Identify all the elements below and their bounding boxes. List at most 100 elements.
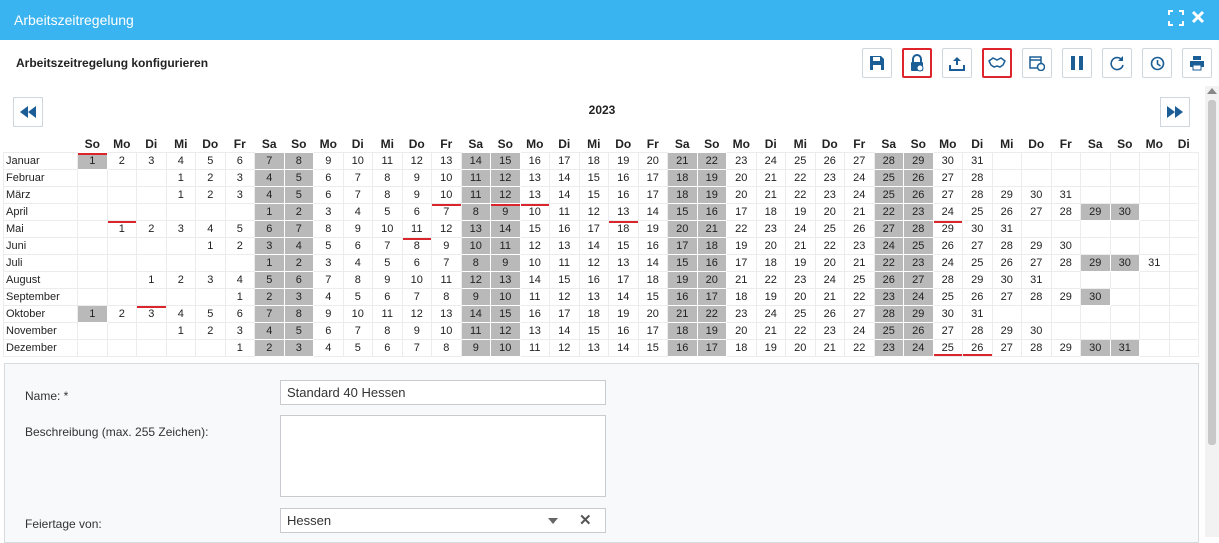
calendar-day[interactable]: 8 (313, 220, 344, 238)
calendar-day[interactable]: 19 (696, 322, 727, 340)
calendar-day[interactable]: 3 (195, 271, 226, 289)
calendar-day[interactable]: 5 (195, 305, 226, 323)
calendar-day[interactable]: 27 (873, 220, 904, 238)
calendar-day[interactable]: 16 (608, 169, 639, 187)
calendar-day[interactable]: 8 (283, 152, 314, 170)
calendar-day[interactable]: 10 (519, 203, 550, 221)
calendar-day[interactable]: 6 (224, 152, 255, 170)
calendar-day[interactable]: 27 (962, 237, 993, 255)
calendar-day[interactable]: 22 (873, 254, 904, 272)
calendar-day[interactable]: 26 (962, 288, 993, 306)
calendar-day[interactable]: 16 (696, 254, 727, 272)
calendar-day[interactable]: 7 (431, 254, 462, 272)
calendar-day[interactable]: 8 (401, 237, 432, 255)
calendar-day[interactable]: 31 (962, 152, 993, 170)
calendar-day[interactable]: 4 (224, 271, 255, 289)
calendar-day[interactable]: 9 (490, 203, 521, 221)
redo-button[interactable] (1102, 48, 1132, 78)
calendar-day[interactable]: 25 (962, 254, 993, 272)
calendar-day[interactable]: 26 (903, 169, 934, 187)
calendar-day[interactable]: 15 (667, 203, 698, 221)
calendar-day[interactable]: 19 (696, 186, 727, 204)
calendar-day[interactable]: 14 (460, 305, 491, 323)
calendar-day[interactable]: 22 (814, 237, 845, 255)
calendar-day[interactable]: 18 (696, 237, 727, 255)
calendar-day[interactable]: 28 (903, 220, 934, 238)
calendar-day[interactable]: 26 (814, 152, 845, 170)
calendar-day[interactable]: 26 (903, 322, 934, 340)
calendar-day[interactable]: 14 (578, 237, 609, 255)
calendar-day[interactable]: 28 (873, 305, 904, 323)
calendar-day[interactable]: 20 (637, 152, 668, 170)
calendar-day[interactable]: 2 (165, 271, 196, 289)
calendar-day[interactable]: 12 (401, 305, 432, 323)
calendar-day[interactable]: 1 (224, 339, 255, 357)
calendar-day[interactable]: 5 (342, 288, 373, 306)
calendar-day[interactable]: 11 (372, 152, 403, 170)
calendar-day[interactable]: 21 (755, 186, 786, 204)
calendar-day[interactable]: 27 (1021, 254, 1052, 272)
calendar-day[interactable]: 3 (283, 288, 314, 306)
calendar-day[interactable]: 12 (431, 220, 462, 238)
calendar-day[interactable]: 2 (283, 254, 314, 272)
calendar-day[interactable]: 22 (755, 271, 786, 289)
calendar-day[interactable]: 1 (165, 322, 196, 340)
calendar-day[interactable]: 13 (608, 254, 639, 272)
calendar-day[interactable]: 2 (224, 237, 255, 255)
calendar-day[interactable]: 14 (460, 152, 491, 170)
calendar-day[interactable]: 25 (785, 305, 816, 323)
print-button[interactable] (1182, 48, 1212, 78)
calendar-day[interactable]: 28 (1021, 288, 1052, 306)
calendar-day[interactable]: 13 (519, 169, 550, 187)
calendar-day[interactable]: 8 (372, 322, 403, 340)
calendar-day[interactable]: 12 (519, 237, 550, 255)
calendar-day[interactable]: 10 (431, 322, 462, 340)
calendar-day[interactable]: 3 (254, 237, 285, 255)
calendar-day[interactable]: 7 (431, 203, 462, 221)
calendar-day[interactable]: 13 (578, 288, 609, 306)
calendar-day[interactable]: 26 (991, 254, 1022, 272)
calendar-day[interactable]: 2 (106, 305, 137, 323)
calendar-day[interactable]: 7 (372, 237, 403, 255)
calendar-day[interactable]: 30 (1080, 288, 1111, 306)
calendar-day[interactable]: 5 (372, 254, 403, 272)
calendar-day[interactable]: 1 (195, 237, 226, 255)
calendar-day[interactable]: 20 (726, 169, 757, 187)
calendar-day[interactable]: 2 (283, 203, 314, 221)
calendar-day[interactable]: 28 (1050, 254, 1081, 272)
calendar-day[interactable]: 11 (549, 254, 580, 272)
calendar-day[interactable]: 26 (844, 220, 875, 238)
calendar-day[interactable]: 18 (667, 322, 698, 340)
calendar-day[interactable]: 24 (785, 220, 816, 238)
calendar-day[interactable]: 10 (490, 288, 521, 306)
calendar-day[interactable]: 31 (991, 220, 1022, 238)
calendar-day[interactable]: 2 (195, 322, 226, 340)
calendar-day[interactable]: 22 (785, 169, 816, 187)
calendar-day[interactable]: 7 (313, 271, 344, 289)
calendar-day[interactable]: 5 (283, 169, 314, 187)
calendar-day[interactable]: 8 (283, 305, 314, 323)
calendar-day[interactable]: 15 (578, 169, 609, 187)
calendar-day[interactable]: 20 (726, 322, 757, 340)
calendar-day[interactable]: 25 (844, 271, 875, 289)
calendar-day[interactable]: 11 (460, 169, 491, 187)
calendar-day[interactable]: 14 (637, 254, 668, 272)
calendar-day[interactable]: 20 (785, 288, 816, 306)
calendar-day[interactable]: 8 (460, 203, 491, 221)
calendar-day[interactable]: 22 (844, 288, 875, 306)
calendar-day[interactable]: 31 (962, 305, 993, 323)
calendar-day[interactable]: 27 (932, 186, 963, 204)
calendar-day[interactable]: 1 (254, 254, 285, 272)
calendar-day[interactable]: 9 (490, 254, 521, 272)
calendar-day[interactable]: 24 (844, 186, 875, 204)
calendar-day[interactable]: 17 (726, 203, 757, 221)
calendar-day[interactable]: 14 (549, 169, 580, 187)
calendar-day[interactable]: 13 (549, 237, 580, 255)
calendar-day[interactable]: 18 (667, 169, 698, 187)
calendar-day[interactable]: 25 (814, 220, 845, 238)
calendar-day[interactable]: 6 (372, 288, 403, 306)
calendar-day[interactable]: 2 (106, 152, 137, 170)
calendar-day[interactable]: 19 (755, 339, 786, 357)
calendar-day[interactable]: 3 (224, 186, 255, 204)
calendar-day[interactable]: 1 (224, 288, 255, 306)
